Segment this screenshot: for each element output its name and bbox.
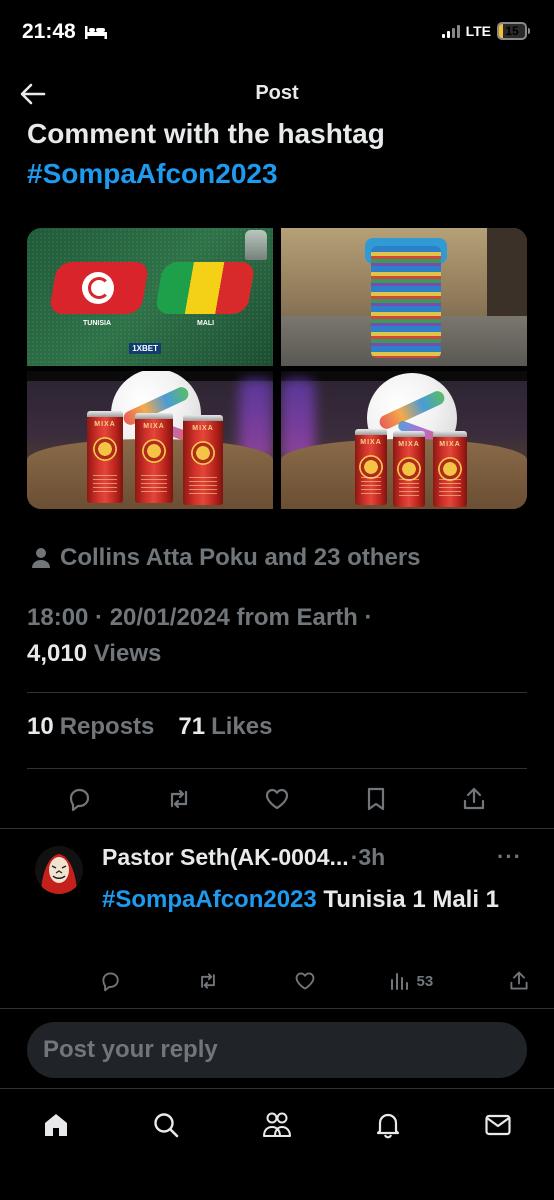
reply-text-rest: Tunisia 1 Mali 1: [316, 886, 500, 913]
bookmark-button[interactable]: [361, 784, 391, 814]
person-icon: [32, 548, 50, 568]
reply-like-button[interactable]: [294, 970, 316, 992]
tab-home[interactable]: [38, 1107, 74, 1143]
divider: [0, 828, 554, 829]
timestamp-line: 18:00 · 20/01/2024 from Earth ·: [27, 604, 373, 631]
like-button[interactable]: [262, 784, 292, 814]
communities-icon: [263, 1112, 291, 1137]
battery-icon: 15: [497, 22, 530, 40]
views-label: Views: [93, 640, 162, 667]
likes-label[interactable]: Likes: [211, 713, 272, 741]
network-type: LTE: [465, 23, 491, 39]
likes-count[interactable]: 71: [178, 713, 205, 741]
trophy-icon: [245, 230, 267, 260]
like-icon: [295, 972, 315, 990]
page-title: Post: [255, 82, 299, 104]
reply-author-name[interactable]: Pastor Seth(AK-0004...: [102, 844, 349, 871]
media-image-cans-ball-2[interactable]: MIXA MIXA MIXA: [281, 371, 527, 509]
drink-can: MIXA: [393, 431, 425, 507]
tweet-text: Comment with the hashtag #SompaAfcon2023: [27, 114, 527, 194]
status-time-text: 21:48: [22, 20, 76, 43]
share-icon: [510, 971, 528, 990]
notifications-icon: [376, 1113, 400, 1139]
reply-views-button[interactable]: 53: [390, 971, 433, 991]
analytics-icon: [391, 973, 409, 990]
reply-icon: [102, 972, 119, 992]
reposts-count[interactable]: 10: [27, 713, 54, 741]
reply-composer[interactable]: [27, 1022, 527, 1078]
post-header: Post: [0, 70, 554, 118]
team-left-label: TUNISIA: [83, 320, 111, 327]
repost-icon: [170, 789, 187, 809]
reply-input[interactable]: [43, 1034, 503, 1066]
media-grid: TUNISIA MALI 1XBET MIXA MIXA MIXA MIXA M…: [27, 228, 527, 509]
tweet-text-line: Comment with the hashtag: [27, 118, 385, 149]
reply-header: Pastor Seth(AK-0004... ·3h ···: [102, 844, 532, 871]
views-line: 4,010 Views: [27, 636, 527, 672]
reply-reply-button[interactable]: [100, 970, 122, 992]
reply-share-button[interactable]: [508, 970, 530, 992]
reply-hashtag-link[interactable]: #SompaAfcon2023: [102, 886, 317, 913]
wrapped-prize: [371, 246, 441, 358]
repost-icon: [200, 973, 215, 989]
sponsor-logo: 1XBET: [129, 343, 161, 354]
liked-by-text: Collins Atta Poku and 23 others: [60, 544, 421, 571]
reply-views-count: 53: [416, 972, 434, 990]
reply-text: #SompaAfcon2023 Tunisia 1 Mali 1: [102, 882, 522, 918]
tab-messages[interactable]: [480, 1107, 516, 1143]
mask-avatar-icon: [35, 846, 83, 894]
tab-search[interactable]: [148, 1107, 184, 1143]
tweet-meta: 18:00 · 20/01/2024 from Earth · 4,010 Vi…: [27, 600, 527, 672]
divider: [27, 768, 527, 769]
repost-button[interactable]: [164, 784, 194, 814]
reply-item[interactable]: Pastor Seth(AK-0004... ·3h ··· #SompaAfc…: [0, 838, 554, 1008]
engagement-stats: 10 Reposts 71 Likes: [27, 713, 272, 741]
like-icon: [265, 788, 289, 810]
bed-icon: [84, 26, 107, 39]
drink-can: MIXA: [433, 431, 467, 507]
media-image-prize-stack[interactable]: [281, 228, 527, 366]
status-indicators: LTE 15: [441, 22, 530, 40]
avatar[interactable]: [35, 846, 83, 894]
messages-icon: [485, 1114, 511, 1136]
reply-icon: [69, 788, 90, 812]
bottom-tab-bar: [0, 1088, 554, 1200]
more-options-button[interactable]: ···: [497, 844, 522, 870]
divider: [27, 692, 527, 693]
cellular-signal-icon: [441, 24, 460, 38]
reply-time: ·3h: [350, 844, 386, 870]
home-icon: [45, 1114, 67, 1136]
team-right-label: MALI: [197, 320, 215, 327]
liked-by-row[interactable]: Collins Atta Poku and 23 others: [31, 544, 421, 572]
status-time: 21:48: [22, 20, 108, 44]
bookmark-icon: [367, 787, 384, 811]
reply-repost-button[interactable]: [197, 970, 219, 992]
status-bar: 21:48 LTE 15: [0, 0, 554, 66]
share-icon: [463, 787, 485, 810]
media-image-match-graphic[interactable]: TUNISIA MALI 1XBET: [27, 228, 273, 366]
views-count: 4,010: [27, 640, 88, 667]
divider: [0, 1008, 554, 1009]
reposts-label[interactable]: Reposts: [60, 713, 155, 741]
reply-button[interactable]: [65, 784, 95, 814]
drink-can: MIXA: [355, 429, 387, 505]
battery-level: 15: [505, 24, 519, 38]
drink-can: MIXA: [183, 415, 223, 505]
tweet-hashtag-link[interactable]: #SompaAfcon2023: [27, 154, 527, 194]
mali-flag: [154, 262, 256, 314]
share-button[interactable]: [459, 784, 489, 814]
search-icon: [154, 1113, 179, 1138]
drink-can: MIXA: [87, 411, 123, 503]
reply-actions: 53: [100, 966, 530, 996]
drink-can: MIXA: [135, 413, 173, 503]
media-image-cans-ball[interactable]: MIXA MIXA MIXA: [27, 371, 273, 509]
tab-notifications[interactable]: [370, 1107, 406, 1143]
tab-communities[interactable]: [259, 1107, 295, 1143]
tweet-actions: [27, 784, 527, 820]
